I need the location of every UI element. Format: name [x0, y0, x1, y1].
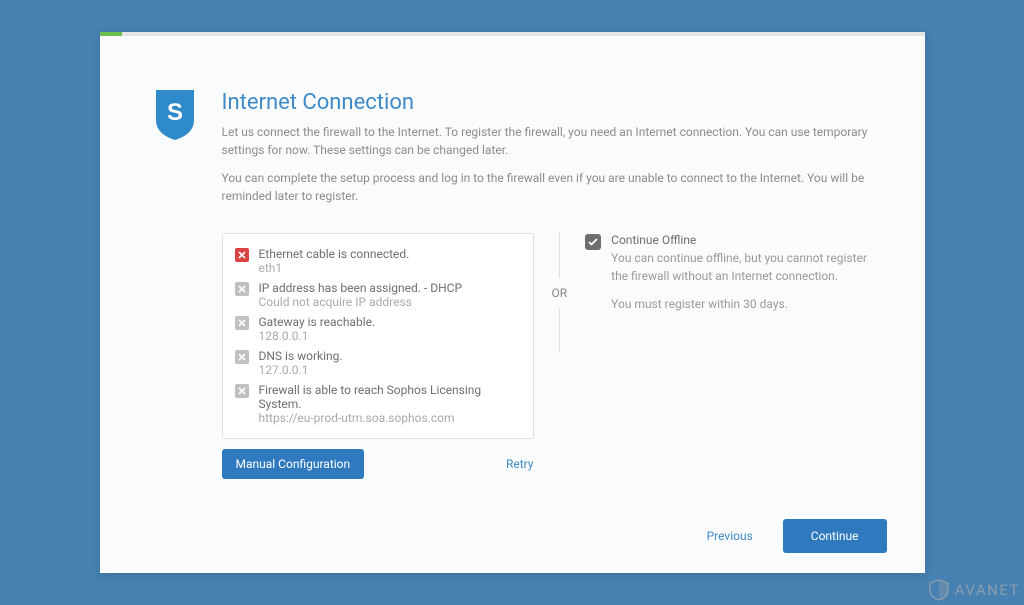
status-detail: Could not acquire IP address: [259, 295, 463, 309]
svg-text:S: S: [166, 99, 182, 126]
x-icon: [235, 316, 249, 330]
footer-bar: Previous Continue: [100, 505, 925, 573]
status-label: IP address has been assigned. - DHCP: [259, 281, 463, 295]
status-item-gateway: Gateway is reachable. 128.0.0.1: [235, 312, 521, 346]
status-detail: 127.0.0.1: [259, 363, 343, 377]
manual-configuration-button[interactable]: Manual Configuration: [222, 449, 365, 479]
progress-bar: [100, 32, 925, 36]
page-description-1: Let us connect the firewall to the Inter…: [222, 123, 871, 159]
continue-offline-note: You must register within 30 days.: [611, 295, 870, 313]
shield-icon: [929, 579, 949, 601]
status-item-dns: DNS is working. 127.0.0.1: [235, 346, 521, 380]
content-area: S Internet Connection Let us connect the…: [100, 36, 925, 505]
x-icon: [235, 384, 249, 398]
watermark-text: AVANET: [955, 581, 1020, 599]
continue-offline-title: Continue Offline: [611, 233, 870, 247]
x-icon: [235, 282, 249, 296]
status-detail: 128.0.0.1: [259, 329, 376, 343]
page-description-2: You can complete the setup process and l…: [222, 169, 871, 205]
setup-window: S Internet Connection Let us connect the…: [100, 32, 925, 573]
status-item-ip: IP address has been assigned. - DHCP Cou…: [235, 278, 521, 312]
connection-status-card: Ethernet cable is connected. eth1 IP add…: [222, 233, 534, 439]
status-label: DNS is working.: [259, 349, 343, 363]
x-icon: [235, 248, 249, 262]
status-label: Gateway is reachable.: [259, 315, 376, 329]
or-label: OR: [552, 278, 568, 308]
status-item-ethernet: Ethernet cable is connected. eth1: [235, 244, 521, 278]
continue-button[interactable]: Continue: [783, 519, 887, 553]
status-detail: https://eu-prod-utm.soa.sophos.com: [259, 411, 521, 425]
avanet-watermark: AVANET: [929, 579, 1020, 601]
page-title: Internet Connection: [222, 90, 871, 115]
status-item-licensing: Firewall is able to reach Sophos Licensi…: [235, 380, 521, 428]
retry-link[interactable]: Retry: [506, 457, 534, 471]
or-divider: OR: [534, 233, 586, 353]
status-detail: eth1: [259, 261, 410, 275]
continue-offline-desc: You can continue offline, but you cannot…: [611, 249, 870, 285]
x-icon: [235, 350, 249, 364]
sophos-logo-icon: S: [154, 90, 196, 505]
previous-link[interactable]: Previous: [707, 529, 753, 543]
status-label: Firewall is able to reach Sophos Licensi…: [259, 383, 521, 411]
continue-offline-checkbox[interactable]: [585, 234, 601, 250]
status-label: Ethernet cable is connected.: [259, 247, 410, 261]
